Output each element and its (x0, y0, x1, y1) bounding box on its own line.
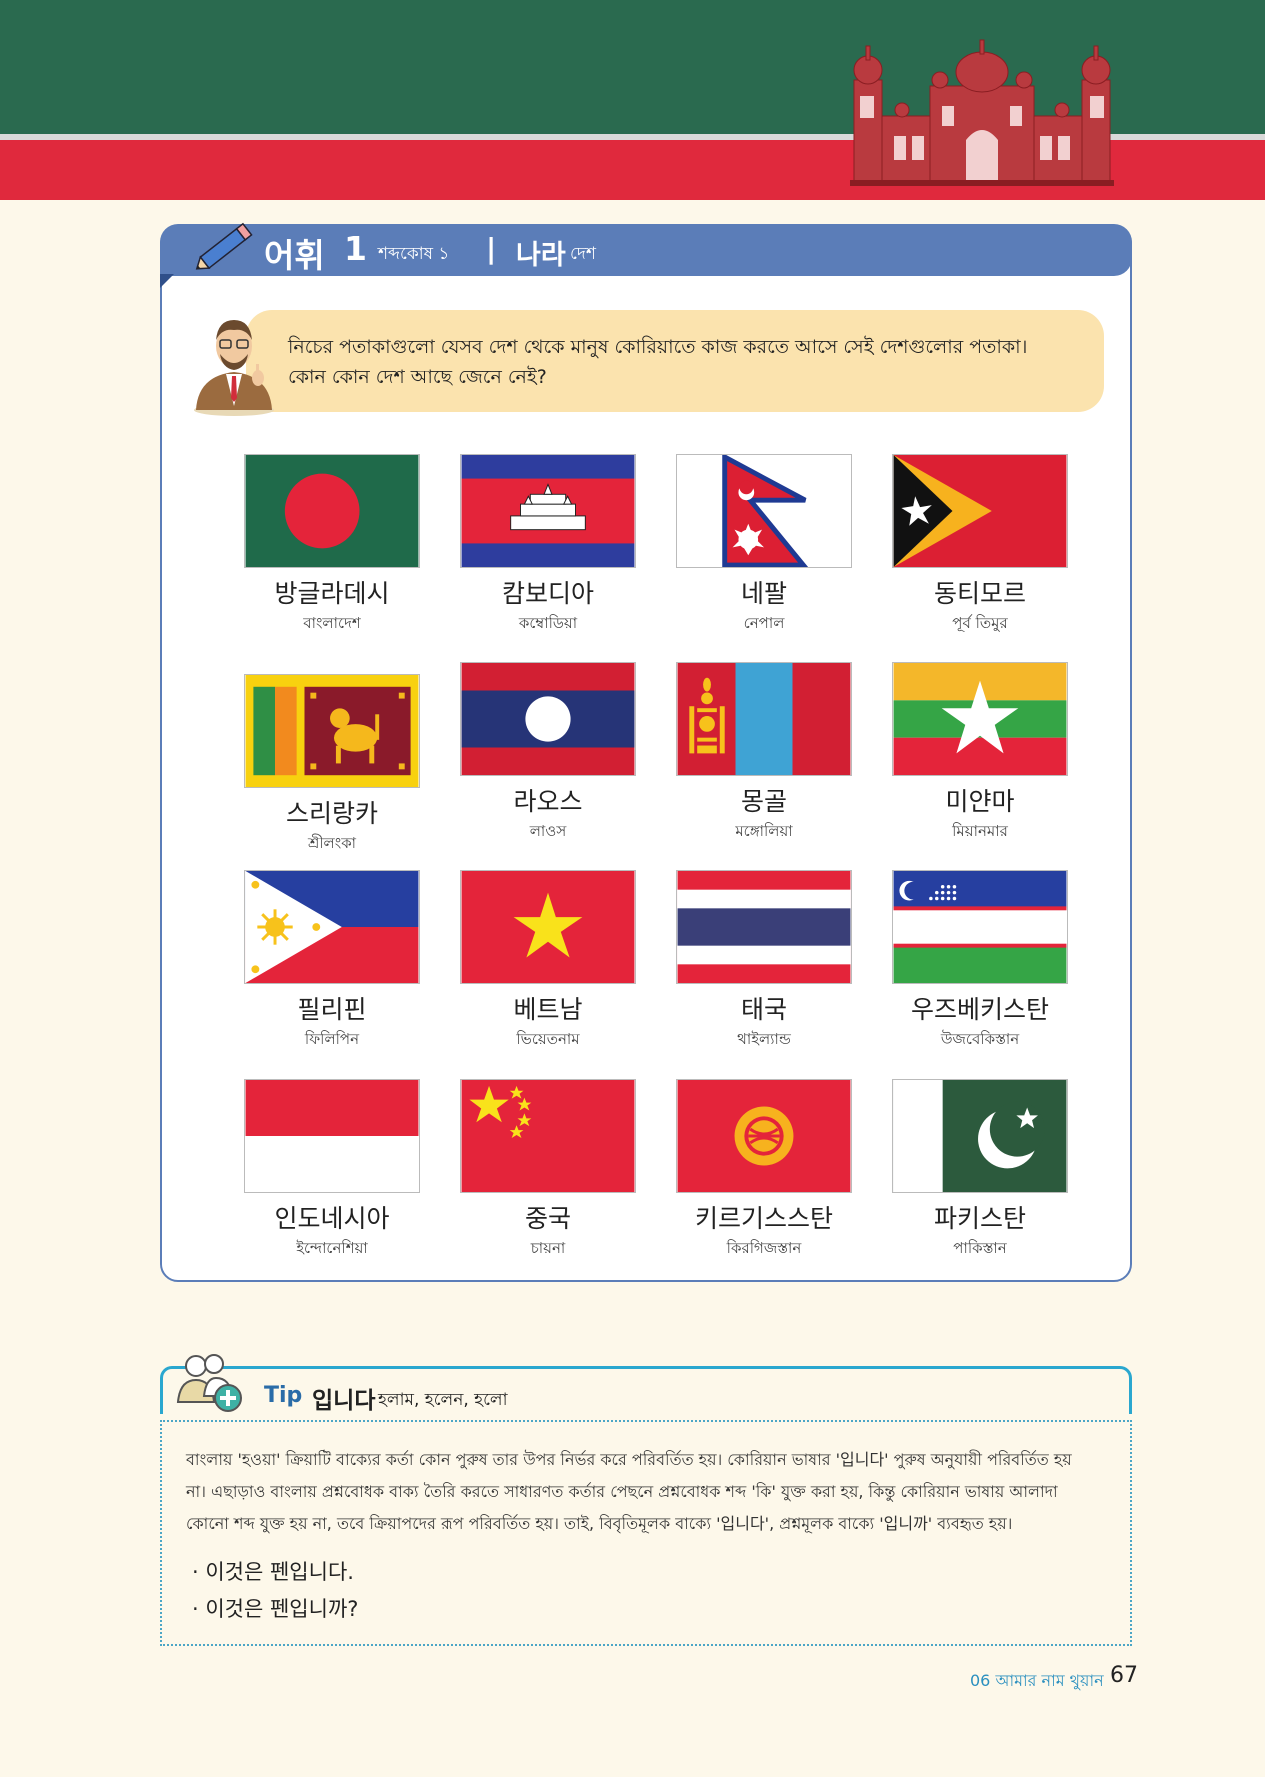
country-name-bn: মঙ্গোলিয়া (735, 822, 793, 840)
country-name-bn: ইন্দোনেশিয়া (296, 1239, 368, 1257)
east-timor-flag-icon (892, 454, 1068, 568)
header-fold (160, 274, 174, 288)
flag-card-nepal: 네팔 নেপাল (676, 454, 852, 637)
vocab-number: 1 (344, 229, 367, 268)
country-name-bn: কিরগিজস্তান (726, 1239, 802, 1257)
nepal-flag-icon (676, 454, 852, 568)
country-name-bn: উজবেকিস্তান (940, 1030, 1020, 1048)
flag-card-kyrgyzstan: 키르기스스탄 কিরগিজস্তান (676, 1079, 852, 1262)
flag-card-indonesia: 인도네시아 ইন্দোনেশিয়া (244, 1079, 420, 1262)
country-name-ko: 캄보디아 (501, 579, 594, 608)
intro-line-1: নিচের পতাকাগুলো যেসব দেশ থেকে মানুষ কোরি… (288, 336, 1028, 358)
country-name-bn: পাকিস্তান (953, 1239, 1007, 1257)
vietnam-flag-icon (460, 870, 636, 984)
tip-example-2: · 이것은 펜입니까? (192, 1597, 359, 1621)
country-name-bn: শ্রীলংকা (307, 834, 357, 852)
flag-card-vietnam: 베트남 ভিয়েতনাম (460, 870, 636, 1053)
tip-word-meaning: হলাম, হলেন, হলো (378, 1390, 508, 1410)
uzbekistan-flag-icon (892, 870, 1068, 984)
vocab-topic-bn: দেশ (570, 244, 596, 264)
tip-line-3: কোনো শব্দ যুক্ত হয় না, তবে ক্রিয়াপদের … (186, 1514, 1013, 1533)
page-number: 67 (1110, 1663, 1138, 1688)
teacher-icon (194, 320, 274, 416)
vocab-title: 어휘 (264, 236, 325, 275)
flag-card-myanmar: 미얀마 মিয়ানমার (892, 662, 1068, 845)
country-name-bn: থাইল্যান্ড (737, 1030, 791, 1048)
people-plus-icon (176, 1354, 242, 1412)
country-name-ko: 키르기스스탄 (694, 1204, 833, 1233)
mongolia-flag-icon (676, 662, 852, 776)
flag-card-pakistan: 파키스탄 পাকিস্তান (892, 1079, 1068, 1262)
flag-card-mongolia: 몽골 মঙ্গোলিয়া (676, 662, 852, 845)
flag-card-uzbekistan: 우즈베키스탄 উজবেকিস্তান (892, 870, 1068, 1053)
country-name-ko: 인도네시아 (274, 1204, 390, 1233)
thailand-flag-icon (676, 870, 852, 984)
country-name-bn: নেপাল (743, 614, 785, 632)
flag-card-laos: 라오스 লাওস (460, 662, 636, 845)
tip-example-1: · 이것은 펜입니다. (192, 1560, 354, 1584)
country-name-ko: 몽골 (740, 787, 787, 816)
country-name-ko: 파키스탄 (933, 1204, 1026, 1233)
intro-line-2: কোন কোন দেশ আছে জেনে নেই? (288, 366, 547, 388)
country-name-bn: বাংলাদেশ (303, 614, 361, 632)
country-name-bn: পূর্ব তিমুর (952, 614, 1008, 632)
vocab-subtitle: শব্দকোষ ১ (378, 244, 450, 264)
myanmar-flag-icon (892, 662, 1068, 776)
header-separator: | (486, 232, 497, 265)
tip-explanation: বাংলায় 'হওয়া' ক্রিয়াটি বাক্যের কর্তা … (186, 1444, 1106, 1540)
bangladesh-flag-icon (244, 454, 420, 568)
country-name-ko: 네팔 (740, 579, 787, 608)
country-name-bn: চায়না (530, 1239, 566, 1257)
flag-card-sri-lanka: 스리랑카 শ্রীলংকা (244, 674, 420, 857)
tip-header-frame (160, 1366, 1132, 1414)
country-name-ko: 방글라데시 (274, 579, 390, 608)
country-name-ko: 우즈베키스탄 (910, 995, 1049, 1024)
pakistan-flag-icon (892, 1079, 1068, 1193)
laos-flag-icon (460, 662, 636, 776)
pencil-icon (195, 222, 253, 270)
kyrgyzstan-flag-icon (676, 1079, 852, 1193)
vocab-topic: 나라 (516, 240, 566, 271)
country-name-bn: ফিলিপিন (304, 1030, 360, 1048)
footer-chapter: 06 আমার নাম থুয়ান (970, 1671, 1104, 1690)
indonesia-flag-icon (244, 1079, 420, 1193)
country-name-bn: মিয়ানমার (952, 822, 1008, 840)
country-name-ko: 스리랑카 (285, 799, 378, 828)
country-name-ko: 동티모르 (933, 579, 1026, 608)
country-name-ko: 베트남 (513, 995, 583, 1024)
country-name-bn: ভিয়েতনাম (516, 1030, 580, 1048)
cambodia-flag-icon (460, 454, 636, 568)
tip-divider (160, 1420, 1132, 1422)
flag-card-east-timor: 동티모르 পূর্ব তিমুর (892, 454, 1068, 637)
flag-card-china: 중국 চায়না (460, 1079, 636, 1262)
country-name-ko: 라오스 (513, 787, 583, 816)
lalbagh-fort-icon (850, 39, 1114, 186)
philippines-flag-icon (244, 870, 420, 984)
tip-label: Tip (264, 1383, 303, 1408)
intro-text: নিচের পতাকাগুলো যেসব দেশ থেকে মানুষ কোরি… (288, 332, 1088, 392)
flag-card-philippines: 필리핀 ফিলিপিন (244, 870, 420, 1053)
tip-word: 입니다 (312, 1388, 376, 1414)
flag-card-cambodia: 캄보디아 কম্বোডিয়া (460, 454, 636, 637)
sri-lanka-flag-icon (244, 674, 420, 788)
country-name-ko: 중국 (524, 1204, 571, 1233)
flag-card-thailand: 태국 থাইল্যান্ড (676, 870, 852, 1053)
tip-line-2: না। এছাড়াও বাংলায় প্রশ্নবোধক বাক্য তৈর… (186, 1482, 1058, 1501)
china-flag-icon (460, 1079, 636, 1193)
country-name-ko: 태국 (740, 995, 787, 1024)
country-name-bn: লাওস (529, 822, 567, 840)
country-name-ko: 필리핀 (297, 995, 367, 1024)
tip-line-1: বাংলায় 'হওয়া' ক্রিয়াটি বাক্যের কর্তা … (186, 1450, 1072, 1469)
flag-card-bangladesh: 방글라데시 বাংলাদেশ (244, 454, 420, 637)
country-name-ko: 미얀마 (945, 787, 1015, 816)
country-name-bn: কম্বোডিয়া (518, 614, 578, 632)
